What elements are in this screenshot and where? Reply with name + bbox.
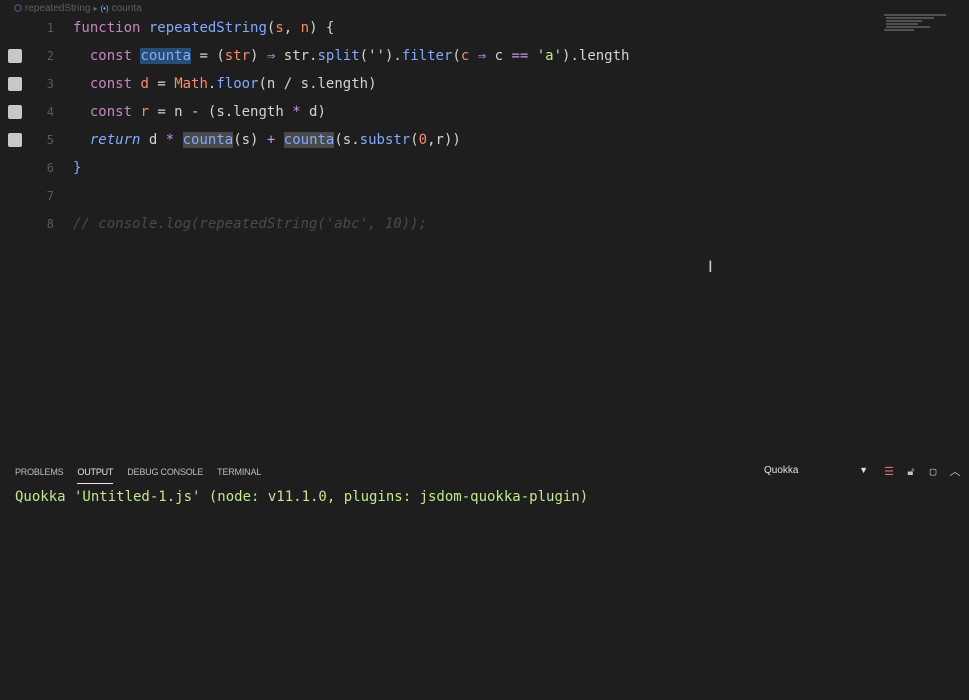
panel-actions: ☰ 🔓︎ ▢ ︿ (882, 465, 962, 479)
code-line[interactable]: 8 // console.log(repeatedString('abc', 1… (0, 210, 969, 238)
identifier-occurrence: counta (182, 132, 234, 148)
variable-icon: (•) (100, 3, 109, 13)
identifier-occurrence: counta (283, 132, 335, 148)
line-number: 2 (46, 49, 54, 63)
code-text[interactable]: } (73, 154, 81, 182)
code-line[interactable]: 3 const d = Math.floor(n / s.length) (0, 70, 969, 98)
bottom-panel: Problems Output Debug Console Terminal Q… (0, 462, 969, 700)
code-text[interactable]: const r = n - (s.length * d) (73, 98, 326, 126)
tab-problems[interactable]: Problems (15, 462, 64, 484)
code-line[interactable]: 6 } (0, 154, 969, 182)
code-comment: // console.log(repeatedString('abc', 10)… (73, 216, 428, 232)
line-number: 1 (46, 21, 54, 35)
output-channel-select[interactable]: Quokka ▼ (764, 465, 870, 481)
coverage-indicator[interactable] (8, 105, 22, 119)
selected-identifier: counta (140, 48, 192, 64)
code-line[interactable]: 2 const counta = (str) ⇒ str.split('').f… (0, 42, 969, 70)
coverage-indicator[interactable] (8, 77, 22, 91)
tab-debug-console[interactable]: Debug Console (127, 462, 203, 484)
code-text[interactable]: function repeatedString(s, n) { (73, 14, 334, 42)
chevron-up-icon[interactable]: ︿ (948, 465, 962, 479)
line-number: 6 (46, 161, 54, 175)
list-icon[interactable]: ☰ (882, 465, 896, 479)
code-line[interactable]: 5 return d * counta(s) + counta(s.substr… (0, 126, 969, 154)
breadcrumb-file[interactable]: repeatedString (25, 3, 91, 14)
code-line[interactable]: 7 (0, 182, 969, 210)
line-number: 3 (46, 77, 54, 91)
output-channel-value: Quokka (764, 465, 799, 476)
cube-icon: ⬡ (14, 2, 22, 13)
tab-output[interactable]: Output (77, 462, 113, 484)
code-line[interactable]: 4 const r = n - (s.length * d) (0, 98, 969, 126)
breadcrumb-symbol[interactable]: counta (112, 3, 142, 14)
output-text: Quokka 'Untitled-1.js' (node: v11.1.0, p… (15, 489, 589, 505)
code-text[interactable]: return d * counta(s) + counta(s.substr(0… (73, 126, 461, 154)
line-number: 5 (46, 133, 54, 147)
code-text[interactable]: const d = Math.floor(n / s.length) (73, 70, 377, 98)
coverage-indicator[interactable] (8, 133, 22, 147)
maximize-icon[interactable]: ▢ (926, 465, 940, 479)
code-text[interactable]: // console.log(repeatedString('abc', 10)… (73, 210, 427, 238)
code-editor[interactable]: 1 function repeatedString(s, n) { 2 cons… (0, 14, 969, 244)
panel-tabs: Problems Output Debug Console Terminal (15, 462, 261, 484)
breadcrumb: ⬡ repeatedString ▸ (•) counta (14, 2, 142, 14)
text-cursor-icon: I (708, 257, 713, 276)
line-number: 7 (46, 189, 54, 203)
line-number: 4 (46, 105, 54, 119)
dropdown-arrow-icon: ▼ (859, 465, 868, 475)
tab-terminal[interactable]: Terminal (217, 462, 261, 484)
line-number: 8 (46, 217, 54, 231)
code-text[interactable]: const counta = (str) ⇒ str.split('').fil… (73, 42, 629, 70)
coverage-indicator[interactable] (8, 49, 22, 63)
lock-icon[interactable]: 🔓︎ (904, 465, 918, 479)
chevron-right-icon: ▸ (93, 3, 98, 13)
code-line[interactable]: 1 function repeatedString(s, n) { (0, 14, 969, 42)
